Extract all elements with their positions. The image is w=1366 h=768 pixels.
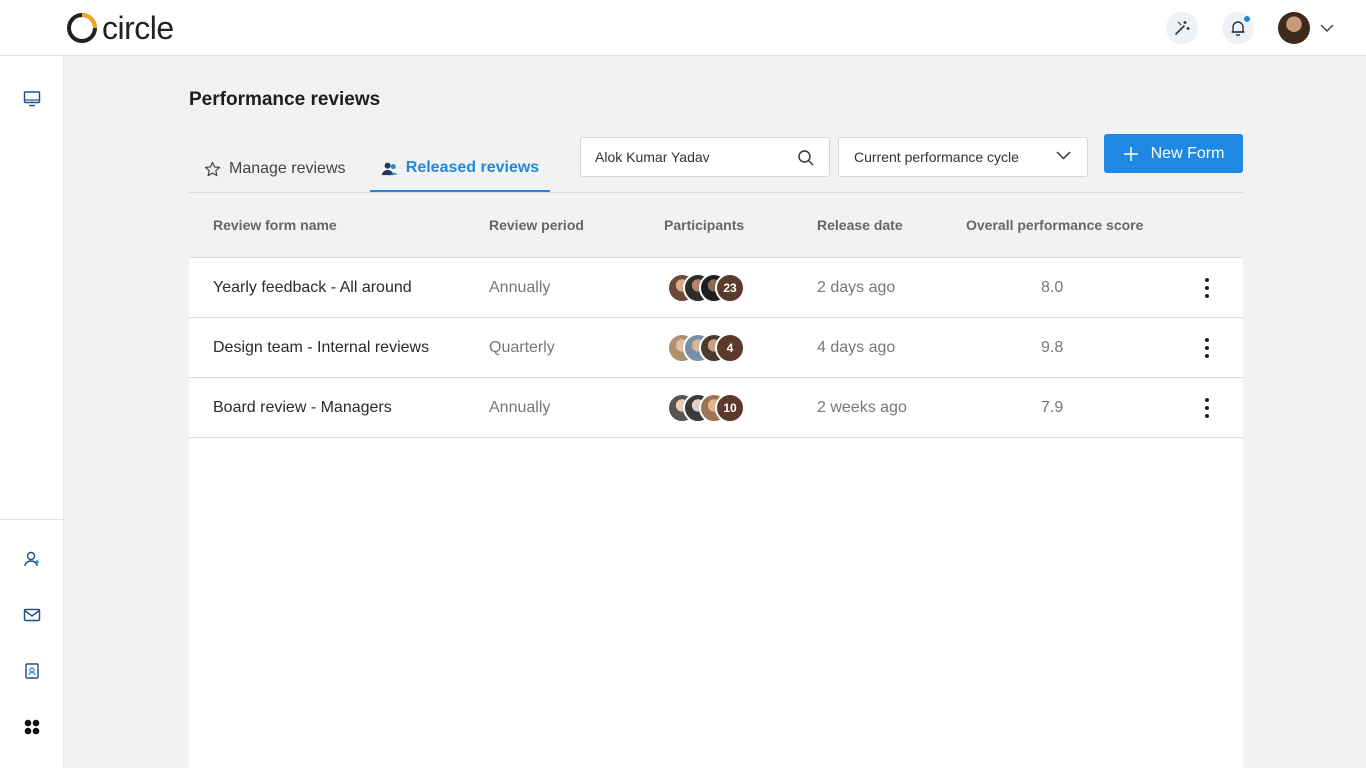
badge-icon: [25, 663, 39, 679]
apps-icon: [24, 719, 40, 735]
kebab-dot: [1205, 278, 1209, 282]
row-more-options-button[interactable]: [1199, 398, 1215, 418]
participants-avatars[interactable]: 10: [667, 393, 757, 423]
table-row[interactable]: Yearly feedback - All around Annually 23…: [189, 258, 1243, 318]
kebab-dot: [1205, 414, 1209, 418]
participants-count: 10: [715, 393, 745, 423]
release-date: 2 weeks ago: [817, 399, 907, 416]
chevron-down-icon: [1056, 151, 1071, 160]
users-icon: [381, 162, 398, 175]
kebab-dot: [1205, 398, 1209, 402]
circle-logo[interactable]: circle: [66, 10, 174, 46]
column-header-period[interactable]: Review period: [489, 217, 584, 233]
add-user-icon: [24, 551, 39, 567]
sidebar-item-badge[interactable]: [22, 661, 42, 681]
page-title: Performance reviews: [189, 89, 381, 110]
review-period: Quarterly: [489, 339, 555, 356]
magic-wand-icon: [1175, 21, 1190, 35]
sidebar-item-mail[interactable]: [22, 605, 42, 625]
participants-count: 23: [715, 273, 745, 303]
performance-cycle-select[interactable]: Current performance cycle: [838, 137, 1088, 177]
table-header: Review form name Review period Participa…: [189, 193, 1243, 257]
participants-avatars[interactable]: 23: [667, 273, 757, 303]
column-header-name[interactable]: Review form name: [213, 217, 337, 233]
chevron-down-icon[interactable]: [1320, 24, 1334, 32]
reviews-table: Yearly feedback - All around Annually 23…: [189, 257, 1243, 768]
mail-icon: [23, 608, 41, 622]
search-input[interactable]: [595, 138, 795, 176]
tab-manage-reviews[interactable]: Manage reviews: [204, 146, 346, 192]
sidebar-item-dashboard[interactable]: [22, 89, 42, 109]
plus-icon: [1123, 146, 1138, 161]
kebab-dot: [1205, 354, 1209, 358]
search-field[interactable]: [580, 137, 830, 177]
sidebar-item-apps[interactable]: [22, 717, 42, 737]
monitor-icon: [23, 91, 41, 107]
row-more-options-button[interactable]: [1199, 338, 1215, 358]
review-period: Annually: [489, 279, 551, 296]
row-more-options-button[interactable]: [1199, 278, 1215, 298]
review-period: Annually: [489, 399, 551, 416]
column-header-score[interactable]: Overall performance score: [966, 217, 1143, 233]
review-form-name[interactable]: Board review - Managers: [213, 398, 392, 418]
release-date: 2 days ago: [817, 279, 896, 296]
logo-text: circle: [102, 10, 174, 46]
review-form-name[interactable]: Design team - Internal reviews: [213, 338, 429, 358]
table-row[interactable]: Board review - Managers Annually 10 2 we…: [189, 378, 1243, 438]
table-row[interactable]: Design team - Internal reviews Quarterly…: [189, 318, 1243, 378]
kebab-dot: [1205, 286, 1209, 290]
sidebar-divider: [0, 519, 64, 520]
new-form-label: New Form: [1150, 144, 1225, 162]
tab-released-reviews[interactable]: Released reviews: [370, 146, 550, 192]
kebab-dot: [1205, 406, 1209, 410]
notifications-button[interactable]: [1222, 12, 1254, 44]
top-bar: circle: [0, 0, 1366, 56]
performance-score: 8.0: [1041, 279, 1064, 296]
performance-score: 9.8: [1041, 339, 1064, 356]
column-header-release-date[interactable]: Release date: [817, 217, 903, 233]
sidebar: [0, 56, 64, 768]
star-icon: [204, 161, 221, 176]
logo-mark-icon: [67, 13, 97, 43]
search-icon[interactable]: [797, 149, 815, 167]
tab-released-reviews-label: Released reviews: [405, 159, 540, 176]
performance-score: 7.9: [1041, 399, 1064, 416]
column-header-participants[interactable]: Participants: [664, 217, 744, 233]
notification-dot: [1243, 15, 1251, 23]
avatar[interactable]: [1278, 12, 1310, 44]
new-form-button[interactable]: New Form: [1104, 134, 1243, 173]
participants-avatars[interactable]: 4: [667, 333, 757, 363]
kebab-dot: [1205, 338, 1209, 342]
release-date: 4 days ago: [817, 339, 896, 356]
profile-menu[interactable]: [1278, 12, 1334, 44]
magic-wand-button[interactable]: [1166, 12, 1198, 44]
kebab-dot: [1205, 294, 1209, 298]
sidebar-item-add-user[interactable]: [22, 549, 42, 569]
participants-count: 4: [715, 333, 745, 363]
kebab-dot: [1205, 346, 1209, 350]
tab-manage-reviews-label: Manage reviews: [229, 160, 346, 177]
performance-cycle-value: Current performance cycle: [854, 149, 1019, 165]
review-form-name[interactable]: Yearly feedback - All around: [213, 278, 412, 298]
